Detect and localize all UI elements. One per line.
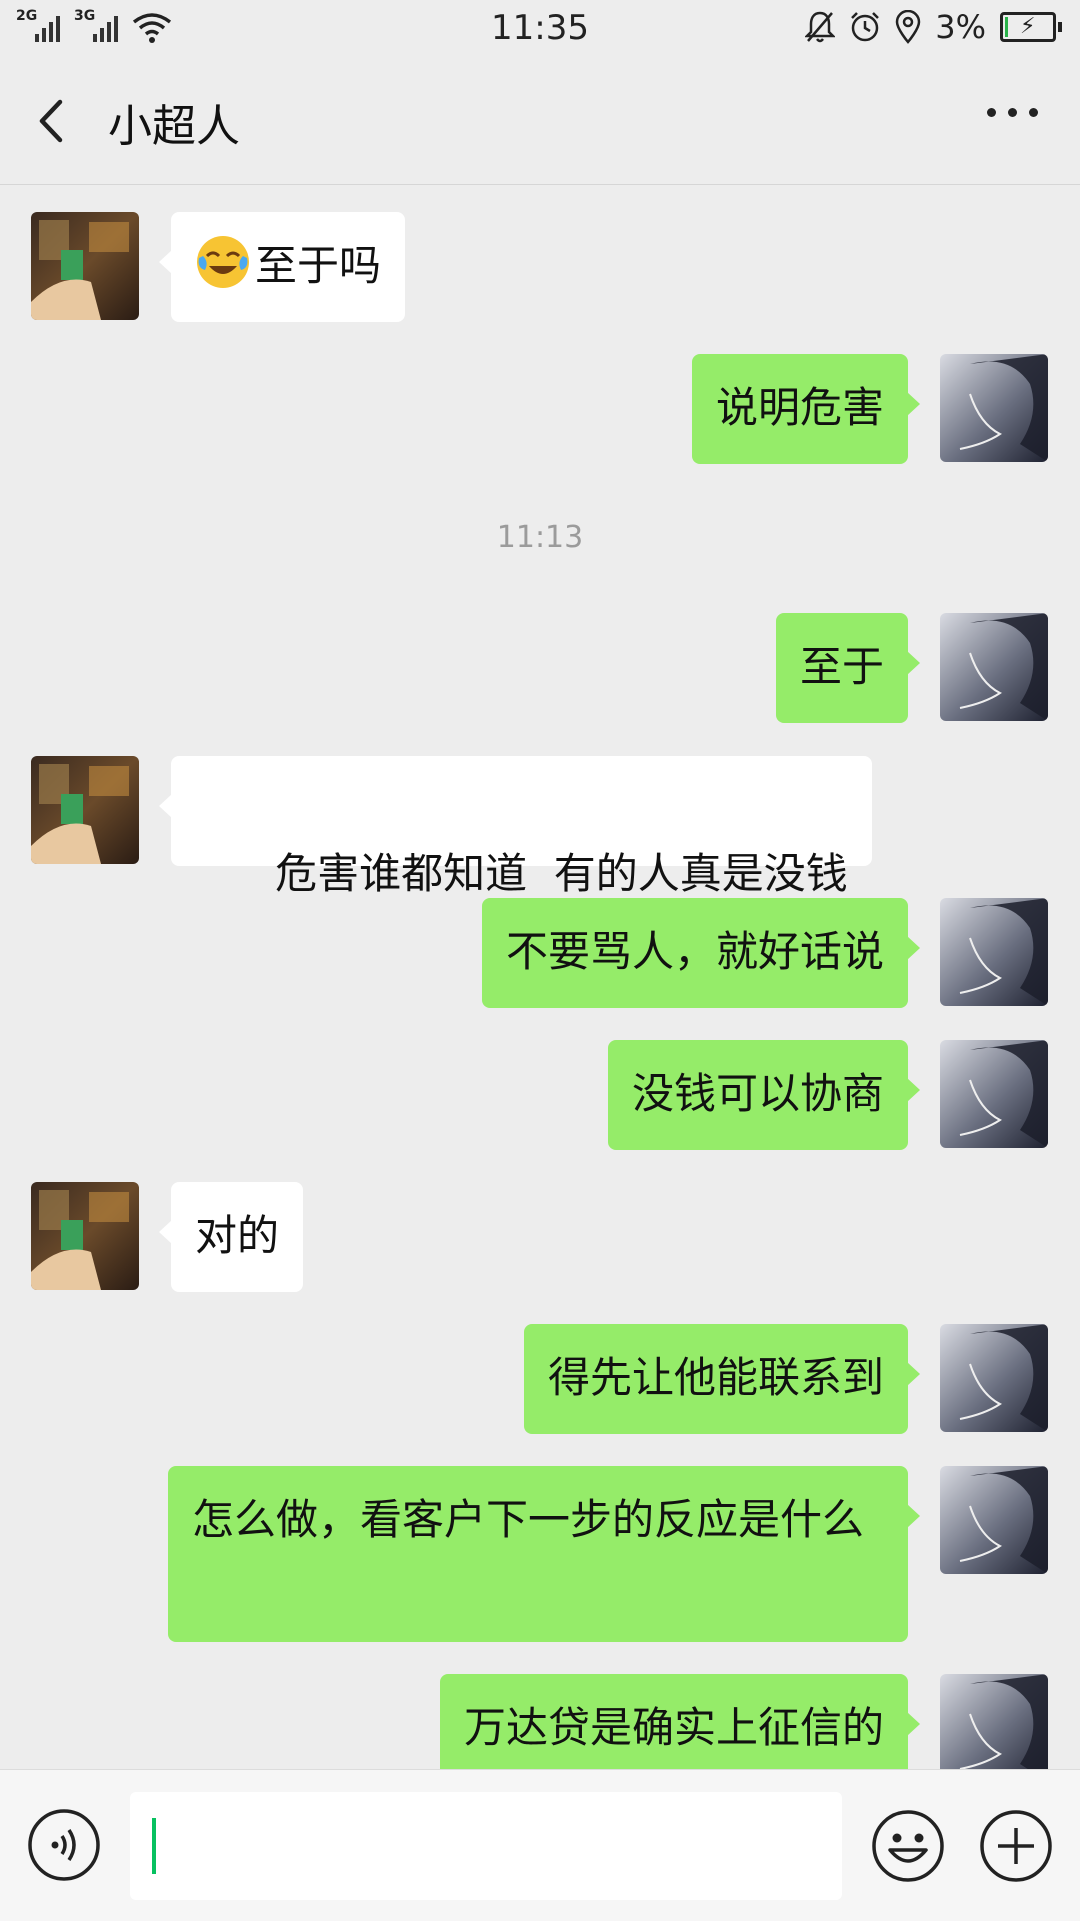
input-bar bbox=[0, 1769, 1080, 1921]
message-bubble[interactable]: 至于 bbox=[775, 613, 921, 723]
message-text: 至于吗 bbox=[255, 241, 382, 290]
more-dots-icon[interactable] bbox=[987, 108, 1038, 117]
avatar[interactable] bbox=[31, 756, 139, 864]
avatar[interactable] bbox=[940, 354, 1048, 462]
message-text: 万达贷是确实上征信的 bbox=[463, 1703, 884, 1752]
bell-mute-icon bbox=[805, 11, 836, 43]
message-bubble[interactable]: 说明危害 bbox=[691, 354, 921, 464]
message-text: 没钱可以协商 bbox=[631, 1069, 884, 1118]
message-bubble[interactable]: 对的 bbox=[158, 1182, 304, 1292]
message-bubble[interactable]: 怎么做，看客户下一步的反应是什么 bbox=[168, 1466, 920, 1642]
timestamp: 11:13 bbox=[496, 520, 584, 555]
message-text: 怎么做，看客户下一步的反应是什么 bbox=[192, 1495, 865, 1544]
alarm-icon bbox=[851, 12, 880, 42]
text-caret bbox=[152, 1818, 156, 1874]
chat-header: 小超人 bbox=[0, 58, 1080, 185]
message-input[interactable] bbox=[130, 1792, 842, 1900]
message-bubble[interactable]: 危害谁都知道 有的人真是没钱 bbox=[159, 756, 872, 898]
emoji-icon[interactable] bbox=[870, 1808, 946, 1884]
message-bubble[interactable]: 万达贷是确实上征信的 bbox=[439, 1674, 921, 1769]
chat-title: 小超人 bbox=[108, 101, 240, 152]
message-bubble[interactable]: 没钱可以协商 bbox=[607, 1040, 921, 1150]
message-text: 至于 bbox=[799, 642, 884, 691]
message-text: 不要骂人，就好话说 bbox=[505, 927, 884, 976]
avatar[interactable] bbox=[940, 1466, 1048, 1574]
avatar[interactable] bbox=[940, 613, 1048, 721]
location-icon bbox=[895, 10, 921, 44]
message-list[interactable]: 至于吗 说明危害 11:13 至于 危害谁都知道 有的人真是没钱 不要骂人，就好… bbox=[0, 185, 1080, 1769]
message-bubble[interactable]: 得先让他能联系到 bbox=[523, 1324, 921, 1434]
message-text: 危害谁都知道 有的人真是没钱 bbox=[275, 849, 848, 898]
avatar[interactable] bbox=[940, 1674, 1048, 1769]
avatar[interactable] bbox=[940, 898, 1048, 1006]
plus-icon[interactable] bbox=[978, 1808, 1054, 1884]
avatar[interactable] bbox=[940, 1324, 1048, 1432]
message-text: 说明危害 bbox=[715, 383, 884, 432]
message-bubble[interactable]: 至于吗 bbox=[158, 212, 406, 322]
message-text: 对的 bbox=[195, 1211, 280, 1260]
avatar[interactable] bbox=[940, 1040, 1048, 1148]
back-arrow-icon[interactable] bbox=[28, 96, 78, 146]
voice-icon[interactable] bbox=[27, 1808, 101, 1882]
avatar[interactable] bbox=[31, 212, 139, 320]
status-bar: 2G 3G 11:35 3% ⚡ bbox=[0, 0, 1080, 58]
message-bubble[interactable]: 不要骂人，就好话说 bbox=[481, 898, 921, 1008]
message-text: 得先让他能联系到 bbox=[547, 1353, 884, 1402]
battery-percent: 3% bbox=[935, 8, 986, 46]
face-with-tears-of-joy-icon bbox=[197, 236, 249, 288]
battery-icon: ⚡ bbox=[1000, 12, 1062, 42]
avatar[interactable] bbox=[31, 1182, 139, 1290]
